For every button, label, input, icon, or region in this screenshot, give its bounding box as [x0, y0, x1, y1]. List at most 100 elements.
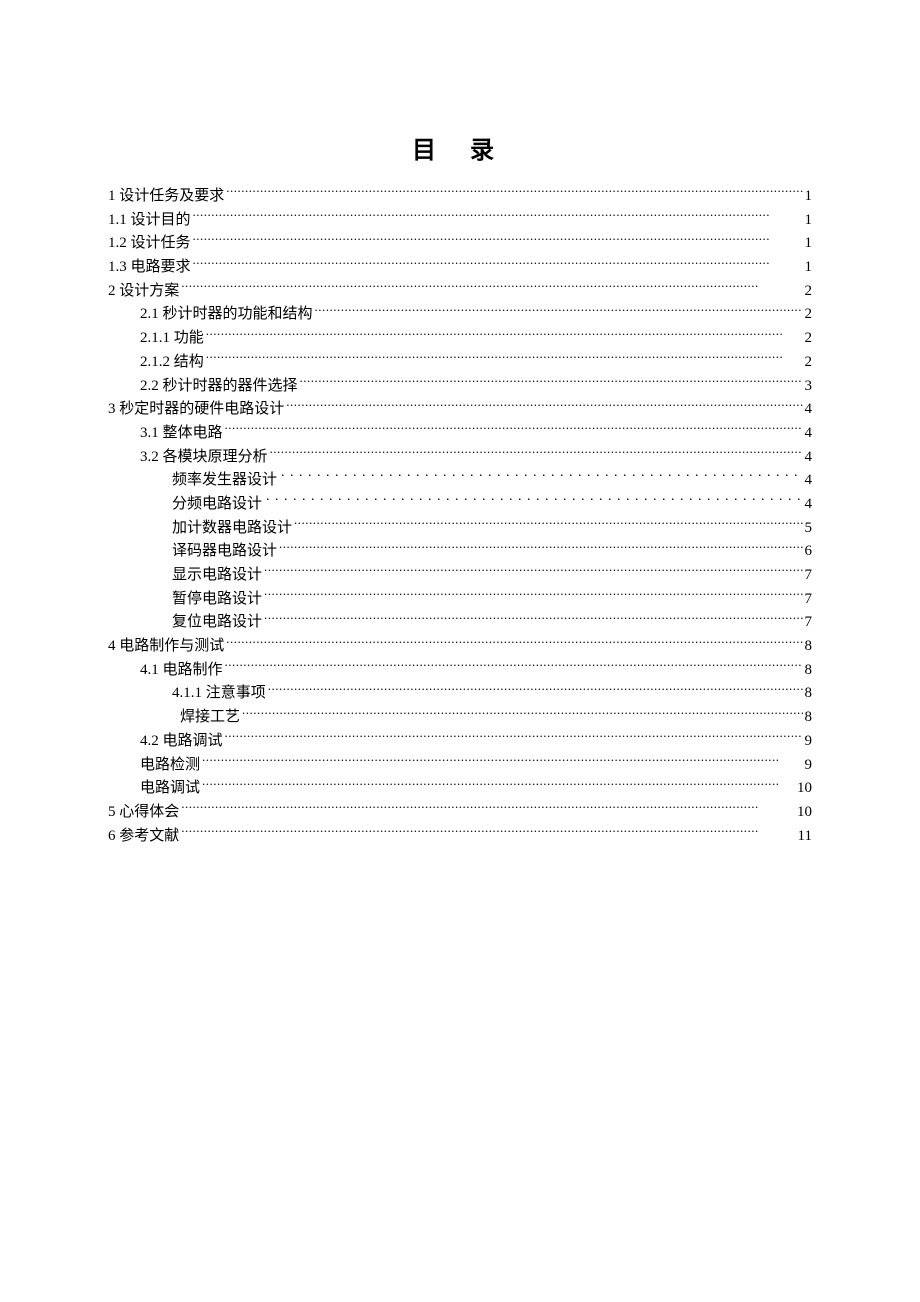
toc-leader — [262, 564, 802, 579]
toc-container: 1 设计任务及要求11.1 设计目的11.2 设计任务11.3 电路要求12 设… — [108, 185, 812, 848]
toc-entry-text: 显示电路设计 — [172, 564, 262, 588]
toc-entry-page: 7 — [803, 588, 813, 612]
toc-entry-page: 7 — [803, 611, 813, 635]
toc-entry[interactable]: 5 心得体会 10 — [108, 801, 812, 825]
toc-leader — [224, 635, 802, 650]
toc-entry-text: 4.2 电路调试 — [140, 730, 223, 754]
toc-entry-text: 1.1 设计目的 — [108, 209, 191, 233]
toc-entry[interactable]: 暂停电路设计 7 — [108, 588, 812, 612]
toc-entry[interactable]: 显示电路设计 7 — [108, 564, 812, 588]
toc-entry-page: 1 — [803, 232, 813, 256]
toc-leader — [284, 398, 802, 413]
toc-leader — [204, 351, 803, 366]
toc-leader — [298, 375, 803, 390]
toc-entry-text: 2.2 秒计时器的器件选择 — [140, 375, 298, 399]
toc-entry[interactable]: 1.3 电路要求1 — [108, 256, 812, 280]
toc-entry-page: 1 — [803, 185, 813, 209]
toc-entry-text: 4.1.1 注意事项 — [172, 682, 266, 706]
toc-entry-page: 8 — [803, 635, 813, 659]
toc-entry-text: 1.2 设计任务 — [108, 232, 191, 256]
toc-entry[interactable]: 2.1 秒计时器的功能和结构2 — [108, 303, 812, 327]
toc-entry-text: 频率发生器设计 — [172, 469, 277, 493]
toc-leader — [200, 777, 795, 792]
toc-title: 目 录 — [108, 130, 812, 165]
toc-entry-text: 复位电路设计 — [172, 611, 262, 635]
toc-leader — [240, 706, 802, 721]
toc-entry[interactable]: 3.1 整体电路 4 — [108, 422, 812, 446]
toc-entry-text: 电路检测 — [140, 754, 200, 778]
toc-entry-text: 3 秒定时器的硬件电路设计 — [108, 398, 284, 422]
toc-entry-text: 3.2 各模块原理分析 — [140, 446, 268, 470]
toc-entry-text: 2.1.2 结构 — [140, 351, 204, 375]
toc-entry-text: 1 设计任务及要求 — [108, 185, 224, 209]
toc-entry-text: 译码器电路设计 — [172, 540, 277, 564]
toc-entry-text: 2 设计方案 — [108, 280, 179, 304]
toc-entry-text: 加计数器电路设计 — [172, 517, 292, 541]
toc-entry[interactable]: 1.1 设计目的 1 — [108, 209, 812, 233]
toc-entry[interactable]: 4 电路制作与测试8 — [108, 635, 812, 659]
toc-entry[interactable]: 3.2 各模块原理分析 4 — [108, 446, 812, 470]
toc-leader — [179, 280, 802, 295]
toc-leader — [262, 493, 802, 508]
toc-entry-page: 9 — [803, 730, 813, 754]
toc-entry-page: 6 — [803, 540, 813, 564]
toc-leader — [268, 446, 803, 461]
toc-leader — [266, 682, 803, 697]
toc-entry[interactable]: 1 设计任务及要求 1 — [108, 185, 812, 209]
toc-entry-text: 暂停电路设计 — [172, 588, 262, 612]
toc-entry[interactable]: 6 参考文献11 — [108, 825, 812, 849]
toc-entry[interactable]: 2 设计方案 2 — [108, 280, 812, 304]
toc-entry-page: 1 — [803, 209, 813, 233]
toc-entry-text: 分频电路设计 — [172, 493, 262, 517]
toc-leader — [179, 801, 795, 816]
toc-entry-page: 4 — [803, 422, 813, 446]
toc-entry-page: 4 — [803, 446, 813, 470]
toc-entry-text: 电路调试 — [140, 777, 200, 801]
toc-entry-page: 7 — [803, 564, 813, 588]
toc-entry[interactable]: 2.2 秒计时器的器件选择 3 — [108, 375, 812, 399]
toc-entry-page: 2 — [803, 351, 813, 375]
toc-entry[interactable]: 译码器电路设计 6 — [108, 540, 812, 564]
toc-leader — [191, 232, 803, 247]
toc-entry-page: 2 — [803, 327, 813, 351]
toc-entry-text: 4.1 电路制作 — [140, 659, 223, 683]
toc-entry[interactable]: 加计数器电路设计5 — [108, 517, 812, 541]
toc-entry-text: 3.1 整体电路 — [140, 422, 223, 446]
toc-leader — [292, 517, 802, 532]
toc-entry[interactable]: 2.1.1 功能 2 — [108, 327, 812, 351]
toc-entry[interactable]: 1.2 设计任务 1 — [108, 232, 812, 256]
toc-entry-page: 8 — [803, 706, 813, 730]
toc-entry[interactable]: 4.2 电路调试 9 — [108, 730, 812, 754]
toc-entry[interactable]: 4.1.1 注意事项 8 — [108, 682, 812, 706]
toc-leader — [224, 185, 802, 200]
toc-leader — [223, 659, 803, 674]
toc-entry-page: 3 — [803, 375, 813, 399]
toc-entry-text: 2.1.1 功能 — [140, 327, 204, 351]
toc-entry-page: 2 — [803, 280, 813, 304]
toc-leader — [191, 209, 803, 224]
toc-entry[interactable]: 焊接工艺8 — [108, 706, 812, 730]
toc-entry-page: 10 — [795, 777, 812, 801]
toc-entry-text: 5 心得体会 — [108, 801, 179, 825]
toc-leader — [313, 303, 803, 318]
toc-entry[interactable]: 分频电路设计4 — [108, 493, 812, 517]
toc-entry[interactable]: 电路调试 10 — [108, 777, 812, 801]
toc-entry[interactable]: 4.1 电路制作8 — [108, 659, 812, 683]
toc-entry-page: 10 — [795, 801, 812, 825]
toc-leader — [179, 825, 795, 840]
toc-leader — [223, 730, 803, 745]
toc-entry[interactable]: 复位电路设计 7 — [108, 611, 812, 635]
toc-leader — [204, 327, 803, 342]
toc-entry-page: 1 — [803, 256, 813, 280]
toc-entry-page: 8 — [803, 682, 813, 706]
toc-entry-page: 4 — [803, 398, 813, 422]
toc-entry[interactable]: 频率发生器设计4 — [108, 469, 812, 493]
toc-entry[interactable]: 3 秒定时器的硬件电路设计 4 — [108, 398, 812, 422]
toc-entry-text: 2.1 秒计时器的功能和结构 — [140, 303, 313, 327]
toc-entry-page: 11 — [796, 825, 812, 849]
toc-leader — [262, 611, 802, 626]
toc-leader — [191, 256, 803, 271]
toc-entry[interactable]: 2.1.2 结构 2 — [108, 351, 812, 375]
toc-entry[interactable]: 电路检测9 — [108, 754, 812, 778]
toc-leader — [223, 422, 803, 437]
